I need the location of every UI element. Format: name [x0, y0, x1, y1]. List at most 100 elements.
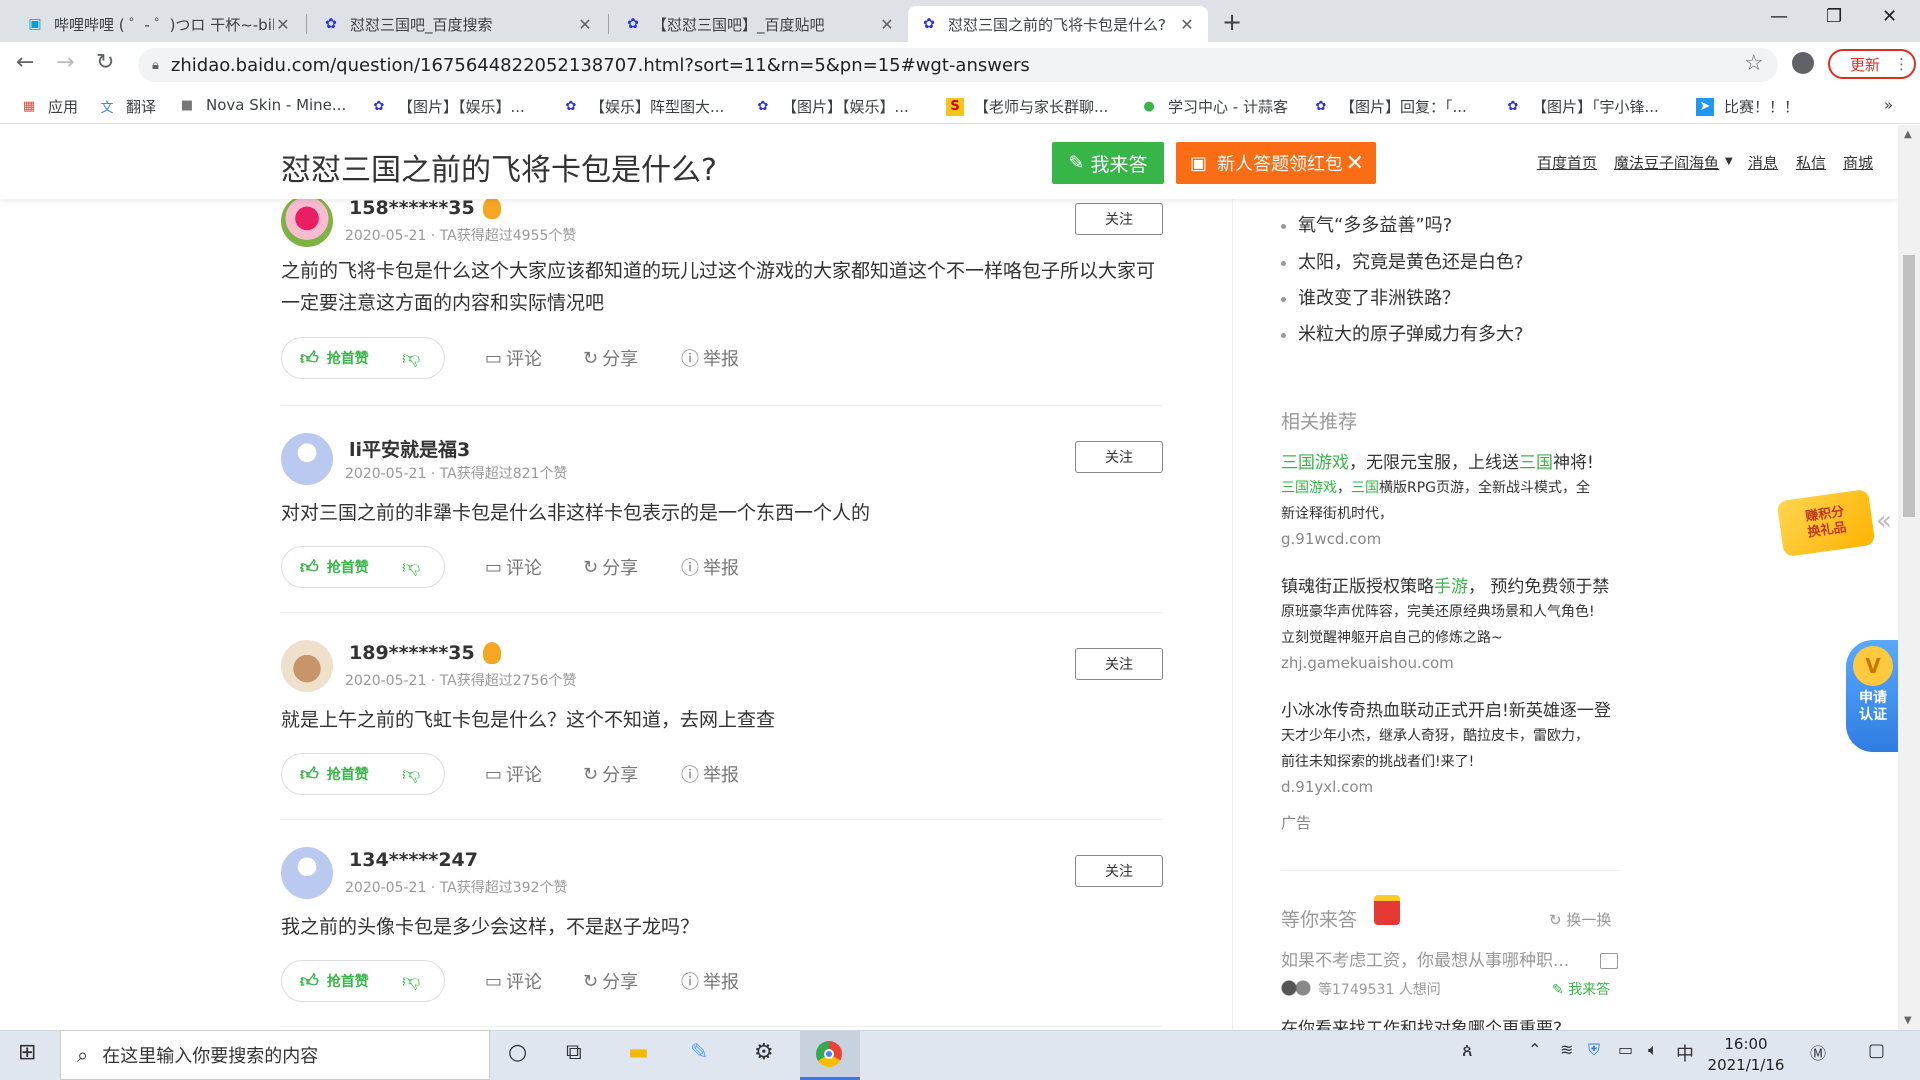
link-shop[interactable]: 商城	[1843, 152, 1873, 173]
answer-button[interactable]: ✎ 我来答	[1052, 142, 1164, 184]
earn-points-widget[interactable]: 赚积分 换礼品	[1776, 488, 1876, 558]
chevron-down-icon[interactable]: ▼	[1725, 156, 1733, 167]
ad-url[interactable]: g.91wcd.com	[1281, 530, 1381, 548]
close-icon[interactable]: ✕	[878, 15, 896, 34]
ad-title[interactable]: 三国游戏，无限元宝服，上线送三国神将!	[1281, 448, 1621, 473]
thumbs-down-icon[interactable]: 👎︎	[402, 556, 420, 578]
forward-arrow-icon[interactable]: →	[56, 50, 74, 75]
avatar[interactable]	[281, 195, 333, 247]
follow-button[interactable]: 关注	[1075, 441, 1163, 473]
settings-gear-icon[interactable]: ⚙	[754, 1040, 774, 1065]
profile-avatar-icon[interactable]	[1792, 52, 1814, 74]
back-arrow-icon[interactable]: ←	[16, 50, 34, 75]
redpack-button[interactable]: ▣ 新人答题领红包 ✕	[1176, 142, 1376, 184]
report-button[interactable]: ⓘ 举报	[681, 345, 739, 371]
report-button[interactable]: ⓘ 举报	[681, 554, 739, 580]
follow-button[interactable]: 关注	[1075, 203, 1163, 235]
link-username[interactable]: 魔法豆子阎海鱼	[1614, 152, 1719, 173]
report-button[interactable]: ⓘ 举报	[681, 968, 739, 994]
new-tab-plus-icon[interactable]: +	[1222, 8, 1242, 36]
follow-button[interactable]: 关注	[1075, 855, 1163, 887]
chrome-taskbar-item[interactable]	[800, 1031, 860, 1080]
reload-icon[interactable]: ↻	[96, 50, 114, 75]
bookmark-translate[interactable]: 文翻译	[98, 96, 156, 117]
maximize-icon[interactable]: ❐	[1826, 6, 1842, 27]
update-button[interactable]: 更新 ⋮	[1828, 49, 1916, 79]
bookmarks-overflow-icon[interactable]: »	[1884, 96, 1893, 114]
action-center-icon[interactable]: ▢	[1868, 1040, 1885, 1061]
more-menu-icon[interactable]: ⋮	[1894, 55, 1909, 73]
thumbs-down-icon[interactable]: 👎︎	[402, 763, 420, 785]
bookmark-item[interactable]: ✿ 【图片】【娱乐】...	[754, 96, 909, 117]
bookmark-item[interactable]: ✿ 【图片】回复：「...	[1312, 96, 1467, 117]
waiting-answer-button[interactable]: ✎ 我来答	[1552, 979, 1610, 999]
username[interactable]: 189******35	[349, 642, 475, 664]
ad-url[interactable]: d.91yxl.com	[1281, 778, 1373, 796]
battery-icon[interactable]: ▭	[1618, 1040, 1633, 1059]
bookmark-item[interactable]: ✿ 【图片】【娱乐】...	[370, 96, 525, 117]
wifi-icon[interactable]: ≋	[1560, 1040, 1573, 1059]
ad-title[interactable]: 镇魂街正版授权策略手游， 预约免费领于禁	[1281, 572, 1621, 597]
close-icon[interactable]: ✕	[576, 15, 594, 34]
ime-indicator[interactable]: 中	[1676, 1040, 1694, 1066]
bookmark-item[interactable]: S 【老师与家长群聊...	[946, 96, 1108, 117]
link-private-msg[interactable]: 私信	[1796, 152, 1826, 173]
thumbs-down-icon[interactable]: 👎︎	[402, 347, 420, 369]
comment-button[interactable]: ▭ 评论	[485, 968, 542, 994]
chevron-left-icon[interactable]: «	[1876, 506, 1892, 536]
like-button[interactable]: 👍︎ 抢首赞	[282, 763, 392, 785]
avatar[interactable]	[281, 433, 333, 485]
notification-badge-icon[interactable]: Ⓜ	[1810, 1040, 1826, 1064]
share-button[interactable]: ↻ 分享	[583, 345, 638, 371]
ad-url[interactable]: zhj.gamekuaishou.com	[1281, 654, 1454, 672]
bookmark-star-icon[interactable]: ☆	[1744, 51, 1764, 76]
apply-cert-widget[interactable]: V 申请 认证	[1846, 640, 1898, 752]
tab-tieba[interactable]: ✿ 【怼怼三国吧】_百度贴吧 ✕	[612, 6, 908, 42]
like-button[interactable]: 👍︎ 抢首赞	[282, 347, 392, 369]
share-button[interactable]: ↻ 分享	[583, 554, 638, 580]
like-button[interactable]: 👍︎ 抢首赞	[282, 556, 392, 578]
share-button[interactable]: ↻ 分享	[583, 761, 638, 787]
bookmark-novaskin[interactable]: ■ Nova Skin - Mine...	[178, 96, 346, 114]
comment-button[interactable]: ▭ 评论	[485, 554, 542, 580]
taskbar-clock[interactable]: 16:00 2021/1/16	[1706, 1034, 1786, 1076]
tab-bilibili[interactable]: ▣ 哔哩哔哩 ( ゜- ゜)つロ 干杯~-bili ✕	[14, 6, 304, 42]
close-icon[interactable]: ✕	[1178, 15, 1196, 34]
bookmark-item[interactable]: ● 学习中心 - 计蒜客	[1140, 96, 1288, 117]
task-view-icon[interactable]: ⧉	[566, 1040, 582, 1065]
report-button[interactable]: ⓘ 举报	[681, 761, 739, 787]
tab-zhidao[interactable]: ✿ 怼怼三国之前的飞将卡包是什么? ✕	[908, 6, 1208, 42]
waiting-question[interactable]: 在你看来找工作和找对象哪个更重要?	[1281, 1014, 1562, 1030]
username[interactable]: 134*****247	[349, 849, 478, 871]
bookmark-item[interactable]: ✿ 【图片】「宇小锋...	[1504, 96, 1659, 117]
comment-button[interactable]: ▭ 评论	[485, 345, 542, 371]
username[interactable]: 158******35	[349, 197, 475, 219]
avatar[interactable]	[281, 847, 333, 899]
bookmark-item[interactable]: ✿ 【娱乐】阵型图大...	[562, 96, 725, 117]
volume-icon[interactable]: 🔈︎	[1648, 1040, 1658, 1060]
taskbar-search-input[interactable]: ⌕ 在这里输入你要搜索的内容	[60, 1030, 490, 1080]
username[interactable]: li平安就是福3	[349, 435, 470, 462]
link-messages[interactable]: 消息	[1748, 152, 1778, 173]
sidebar-question[interactable]: 太阳，究竟是黄色还是白色?	[1281, 248, 1524, 274]
like-button[interactable]: 👍︎ 抢首赞	[282, 970, 392, 992]
tab-baidu-search[interactable]: ✿ 怼怼三国吧_百度搜索 ✕	[310, 6, 606, 42]
close-icon[interactable]: ✕	[1346, 151, 1364, 176]
windows-start-icon[interactable]: ⊞	[18, 1040, 36, 1065]
refresh-button[interactable]: ↻ 换一换	[1549, 909, 1611, 930]
shield-icon[interactable]: ⛨	[1588, 1040, 1600, 1060]
sidebar-question[interactable]: 谁改变了非洲铁路？	[1281, 284, 1460, 310]
address-bar[interactable]: 🔒︎ zhidao.baidu.com/question/16756448220…	[138, 48, 1778, 82]
scroll-up-icon[interactable]: ▲	[1904, 129, 1912, 140]
people-icon[interactable]: ጰ	[1462, 1040, 1473, 1061]
sidebar-question[interactable]: 米粒大的原子弹威力有多大?	[1281, 320, 1524, 346]
page-scrollbar[interactable]: ▲ ▼	[1898, 125, 1920, 1030]
share-button[interactable]: ↻ 分享	[583, 968, 638, 994]
link-baidu-home[interactable]: 百度首页	[1537, 152, 1597, 173]
follow-button[interactable]: 关注	[1075, 648, 1163, 680]
scrollbar-thumb[interactable]	[1903, 255, 1915, 517]
file-explorer-icon[interactable]: ▬	[628, 1040, 649, 1065]
scroll-down-icon[interactable]: ▼	[1904, 1015, 1912, 1026]
thumbs-down-icon[interactable]: 👎︎	[402, 970, 420, 992]
ad-title[interactable]: 小冰冰传奇热血联动正式开启!新英雄逐一登	[1281, 696, 1621, 721]
